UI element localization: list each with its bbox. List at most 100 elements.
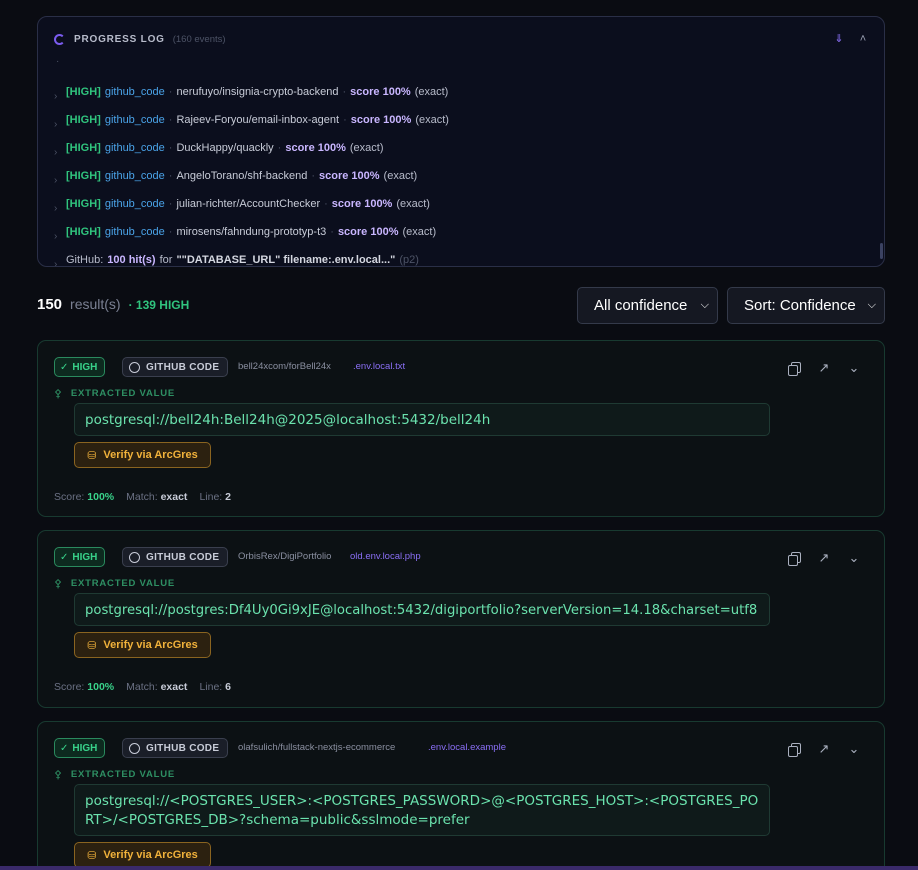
- match-label: Match:: [126, 491, 158, 503]
- sort-select[interactable]: Sort: Confidence ⌵: [727, 287, 885, 324]
- log-separator: ·: [168, 226, 173, 238]
- github-query: ""DATABASE_URL" filename:.env.local...": [176, 254, 396, 266]
- score-info: Score: 100%: [54, 491, 114, 503]
- confidence-select[interactable]: All confidence ⌵: [577, 287, 718, 324]
- repo-link[interactable]: olafsulich/fullstack-nextjs-ecommerce: [238, 742, 395, 753]
- log-line[interactable]: › [HIGH] github_code · AngeloTorano/shf-…: [54, 167, 417, 186]
- chevron-right-icon[interactable]: ›: [54, 91, 66, 102]
- log-separator: ·: [342, 86, 347, 98]
- check-circle-icon: ✓: [60, 742, 69, 754]
- log-tag: [HIGH]: [66, 86, 101, 98]
- log-repo: Rajeev-Foryou/email-inbox-agent: [176, 114, 340, 126]
- extracted-value[interactable]: postgresql://bell24h:Bell24h@2025@localh…: [74, 403, 770, 436]
- chevron-down-icon[interactable]: ⌄: [846, 551, 862, 567]
- log-source: github_code: [104, 198, 165, 210]
- extracted-value-label-text: EXTRACTED VALUE: [70, 388, 176, 399]
- results-count: 150: [37, 296, 63, 313]
- extracted-value[interactable]: postgresql://postgres:Df4Uy0Gi9xJE@local…: [74, 593, 770, 626]
- chevron-right-icon[interactable]: ›: [54, 259, 66, 266]
- line-value: 2: [225, 491, 231, 503]
- log-tag: [HIGH]: [66, 170, 101, 182]
- log-score: score 100%: [350, 114, 412, 126]
- chevron-right-icon[interactable]: ›: [54, 175, 66, 186]
- database-icon: ⛁: [87, 449, 97, 462]
- chevron-down-icon[interactable]: ⌄: [846, 742, 862, 758]
- external-link-icon[interactable]: ↗: [816, 551, 832, 567]
- log-separator: ·: [168, 86, 173, 98]
- copy-icon[interactable]: [786, 361, 802, 377]
- results-summary: 150 result(s) · 139 HIGH: [37, 296, 189, 313]
- github-label: GitHub:: [66, 254, 104, 266]
- extracted-value[interactable]: postgresql://<POSTGRES_USER>:<POSTGRES_P…: [74, 784, 770, 836]
- source-badge: GITHUB CODE: [122, 738, 229, 758]
- log-repo: mirosens/fahndung-prototyp-t3: [176, 226, 327, 238]
- copy-icon[interactable]: [786, 551, 802, 567]
- log-repo: DuckHappy/quackly: [176, 142, 274, 154]
- database-icon: ⛁: [87, 849, 97, 862]
- source-badge: GITHUB CODE: [122, 357, 229, 377]
- log-line-github[interactable]: › GitHub: 100 hit(s) for ""DATABASE_URL"…: [54, 251, 419, 266]
- log-source: github_code: [104, 142, 165, 154]
- external-link-icon[interactable]: ↗: [816, 361, 832, 377]
- progress-log-header: PROGRESS LOG (160 events) ⇓ ˄: [54, 31, 868, 47]
- chevron-right-icon[interactable]: ›: [54, 231, 66, 242]
- double-chevron-down-icon[interactable]: ⇓: [834, 33, 844, 45]
- repo-link[interactable]: OrbisRex/DigiPortfolio: [238, 551, 331, 562]
- result-card: ✓ HIGH GITHUB CODE OrbisRex/DigiPortfoli…: [37, 530, 885, 708]
- log-separator: ·: [168, 170, 173, 182]
- confidence-select-value: All confidence: [594, 297, 688, 314]
- result-card: ✓ HIGH GITHUB CODE olafsulich/fullstack-…: [37, 721, 885, 870]
- log-line[interactable]: › [HIGH] github_code · Rajeev-Foryou/ema…: [54, 111, 449, 130]
- chevron-right-icon[interactable]: ›: [54, 119, 66, 130]
- check-circle-icon: ✓: [60, 551, 69, 563]
- extracted-value-label: ⚴ EXTRACTED VALUE: [54, 387, 175, 400]
- file-link[interactable]: .env.local.example: [428, 742, 506, 753]
- results-high-count: · 139 HIGH: [128, 298, 190, 312]
- log-line[interactable]: › [HIGH] github_code · julian-richter/Ac…: [54, 195, 430, 214]
- log-separator: ·: [277, 142, 282, 154]
- score-label: Score:: [54, 491, 85, 503]
- log-line[interactable]: › [HIGH] github_code · nerufuyo/insignia…: [54, 83, 448, 102]
- verify-button-label: Verify via ArcGres: [103, 639, 198, 651]
- match-label: Match:: [126, 681, 158, 693]
- log-repo: AngeloTorano/shf-backend: [176, 170, 308, 182]
- card-footer: Score: 100% Match: exact Line: 2: [54, 491, 231, 503]
- log-separator: ·: [168, 198, 173, 210]
- chevron-up-icon[interactable]: ˄: [858, 33, 868, 45]
- log-repo: nerufuyo/insignia-crypto-backend: [176, 86, 339, 98]
- github-for: for: [159, 254, 173, 266]
- repo-link[interactable]: bell24xcom/forBell24x: [238, 361, 331, 372]
- verify-button[interactable]: ⛁ Verify via ArcGres: [74, 842, 211, 868]
- file-link[interactable]: old.env.local.php: [350, 551, 421, 562]
- line-value: 6: [225, 681, 231, 693]
- bottom-border: [0, 866, 918, 870]
- score-info: Score: 100%: [54, 681, 114, 693]
- log-source: github_code: [104, 86, 165, 98]
- chevron-down-icon[interactable]: ⌄: [846, 361, 862, 377]
- log-separator: ·: [168, 142, 173, 154]
- match-info: Match: exact: [126, 491, 187, 503]
- log-line[interactable]: › [HIGH] github_code · DuckHappy/quackly…: [54, 139, 384, 158]
- log-line[interactable]: › [HIGH] github_code · mirosens/fahndung…: [54, 223, 436, 242]
- score-value: 100%: [87, 681, 115, 693]
- scrollbar[interactable]: [880, 243, 883, 259]
- file-link[interactable]: .env.local.txt: [353, 361, 405, 372]
- confidence-badge-label: HIGH: [72, 551, 98, 563]
- copy-icon[interactable]: [786, 742, 802, 758]
- score-value: 100%: [87, 491, 115, 503]
- verify-button[interactable]: ⛁ Verify via ArcGres: [74, 632, 211, 658]
- key-icon: ⚴: [54, 388, 63, 400]
- spinner-icon: [54, 33, 65, 45]
- progress-log-count: (160 events): [172, 33, 226, 45]
- verify-button[interactable]: ⛁ Verify via ArcGres: [74, 442, 211, 468]
- log-tag: [HIGH]: [66, 198, 101, 210]
- chevron-right-icon[interactable]: ›: [54, 203, 66, 214]
- key-icon: ⚴: [54, 578, 63, 590]
- chevron-right-icon[interactable]: ›: [54, 147, 66, 158]
- external-link-icon[interactable]: ↗: [816, 742, 832, 758]
- log-separator: ·: [311, 170, 315, 182]
- progress-log-title: PROGRESS LOG: [74, 33, 165, 45]
- log-source: github_code: [104, 226, 165, 238]
- log-repo: julian-richter/AccountChecker: [176, 198, 321, 210]
- check-circle-icon: ✓: [60, 361, 69, 373]
